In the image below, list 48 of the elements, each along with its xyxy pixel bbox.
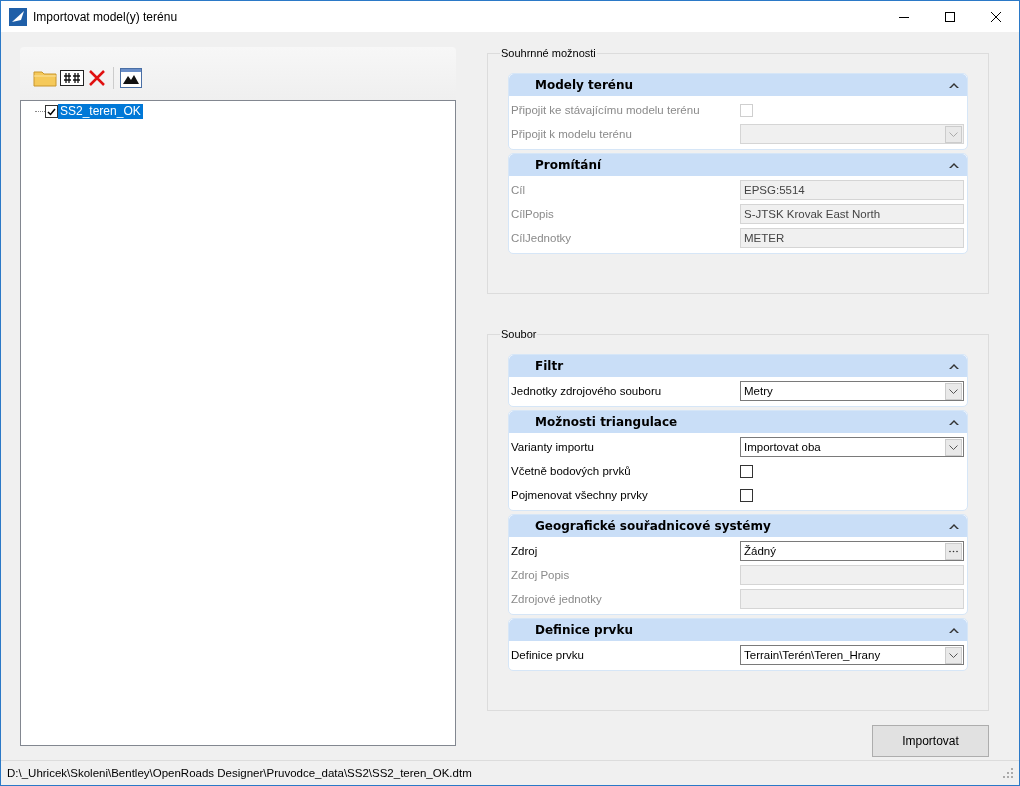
property-label: Pojmenovat všechny prvky (511, 489, 649, 501)
property-label: Připojit k modelu terénu (511, 128, 633, 140)
property-label: CílJednotky (511, 232, 573, 244)
group-title: Souhrnné možnosti (500, 47, 597, 59)
grid-icon[interactable] (60, 69, 84, 86)
property-label: Zdroj (511, 545, 539, 557)
section-header[interactable]: Definice prvku (509, 619, 967, 641)
close-icon[interactable] (991, 11, 1001, 22)
property-label: Zdroj Popis (511, 569, 571, 581)
section-header[interactable]: Filtr (509, 355, 967, 377)
chevron-down-icon[interactable] (945, 382, 962, 400)
caret-up-icon[interactable] (949, 418, 959, 426)
chevron-down-icon[interactable] (945, 646, 962, 664)
caret-up-icon[interactable] (949, 522, 959, 530)
maximize-icon[interactable] (945, 11, 955, 22)
caret-up-icon[interactable] (949, 626, 959, 634)
section-header[interactable]: Možnosti triangulace (509, 411, 967, 433)
section-header[interactable]: Modely terénu (509, 74, 967, 96)
checkbox[interactable] (740, 488, 753, 502)
import-button[interactable]: Importovat (872, 725, 989, 757)
property-label: Definice prvku (511, 649, 585, 661)
section-header[interactable]: Geografické souřadnicové systémy (509, 515, 967, 537)
property-label: CílPopis (511, 208, 555, 220)
property-label: Varianty importu (511, 441, 595, 453)
caret-up-icon[interactable] (949, 362, 959, 370)
mountain-image-icon[interactable] (120, 67, 142, 88)
caret-up-icon[interactable] (949, 161, 959, 169)
resize-grip-icon[interactable] (1003, 768, 1013, 778)
caret-up-icon[interactable] (949, 81, 959, 89)
dropdown[interactable]: Terrain\Terén\Teren_Hrany (740, 645, 964, 665)
delete-icon[interactable] (87, 67, 107, 88)
tree-item[interactable]: SS2_teren_OK (58, 104, 143, 119)
property-label: Cíl (511, 184, 527, 196)
checkbox[interactable] (740, 464, 753, 478)
browse-field[interactable]: Žádný (740, 541, 964, 561)
group-title: Soubor (500, 328, 538, 340)
chevron-down-icon[interactable] (945, 438, 962, 456)
property-label: Připojit ke stávajícímu modelu terénu (511, 104, 701, 116)
property-label: Zdrojové jednotky (511, 593, 603, 605)
property-label: Jednotky zdrojového souboru (511, 385, 663, 397)
property-label: Včetně bodových prvků (511, 465, 632, 477)
file-path: D:\_Uhricek\Skoleni\Bentley\OpenRoads Designer\Pruvodce_data\SS2\SS2_teren_OK.dtm (7, 767, 472, 779)
tree-checkbox[interactable] (45, 105, 58, 118)
section-header[interactable]: Promítání (509, 154, 967, 176)
app-logo-icon (9, 7, 27, 26)
dropdown[interactable]: Importovat oba (740, 437, 964, 457)
window-title: Importovat model(y) terénu (33, 9, 178, 24)
dropdown[interactable]: Metry (740, 381, 964, 401)
